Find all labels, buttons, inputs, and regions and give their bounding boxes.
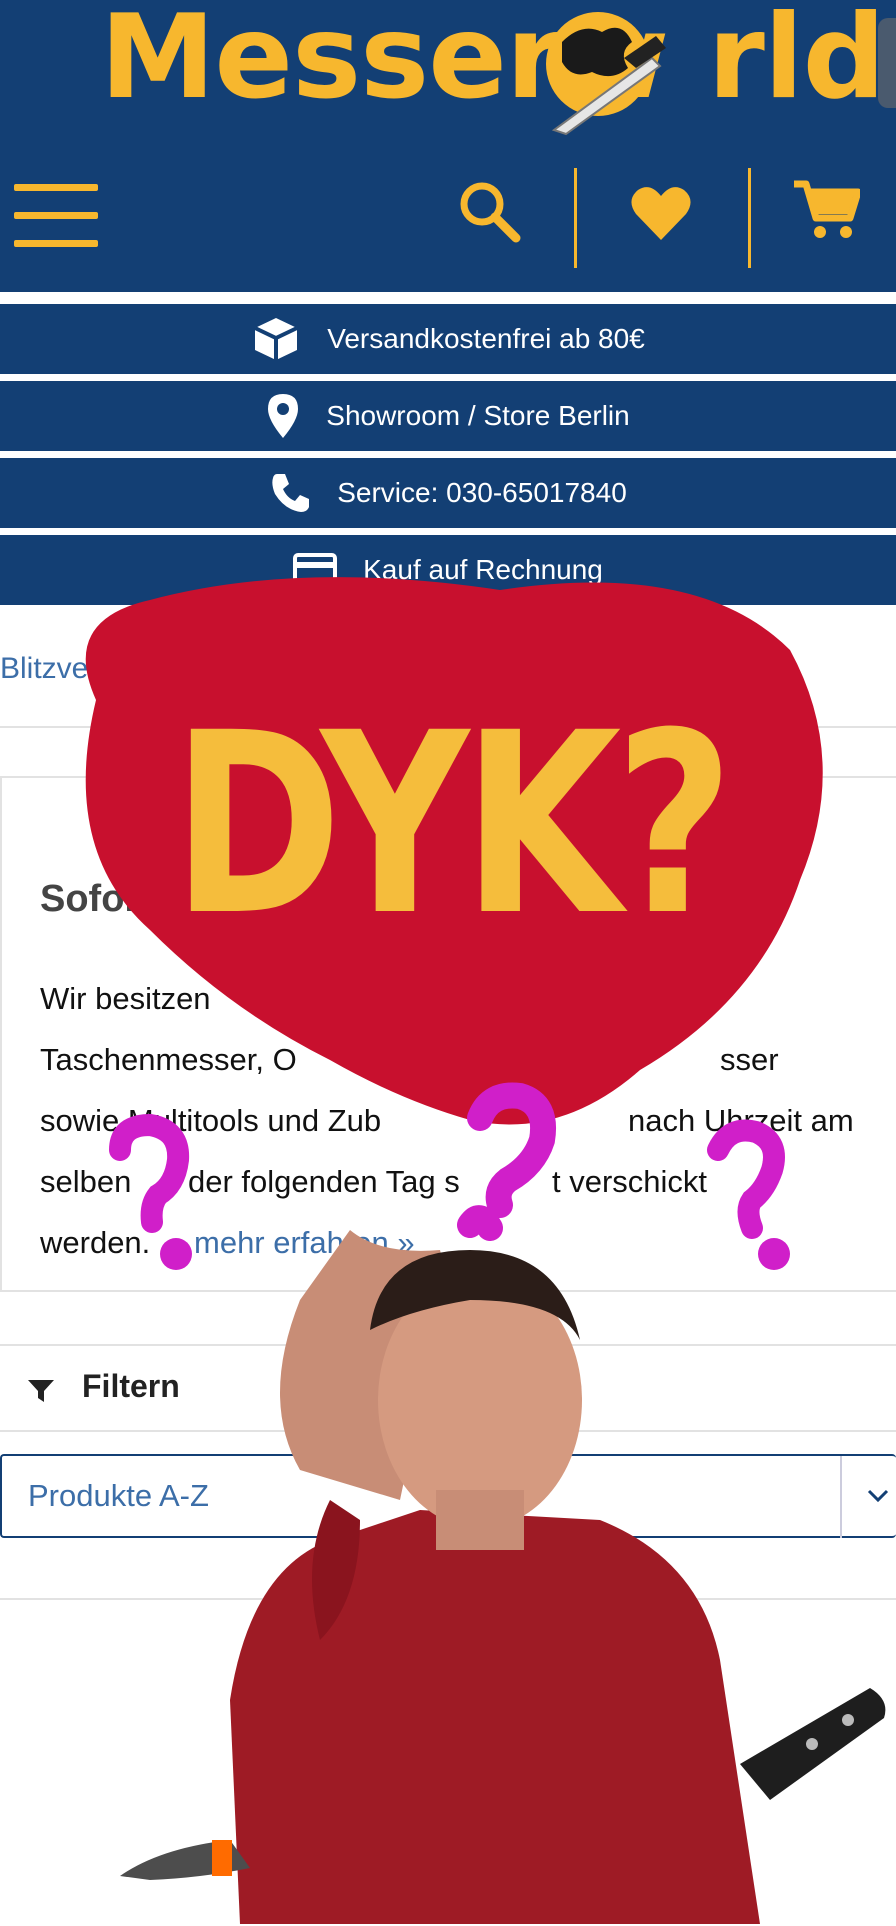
thinking-man-illustration [230,1230,760,1924]
question-mark-left-icon [109,1113,190,1233]
question-mark-dot [758,1238,790,1270]
question-mark-dot [160,1238,192,1270]
knife-illustration [120,1840,250,1880]
question-mark-right-icon [707,1119,785,1239]
dyk-sticker-text: DYK? [172,679,734,970]
knife-illustration [740,1688,886,1800]
